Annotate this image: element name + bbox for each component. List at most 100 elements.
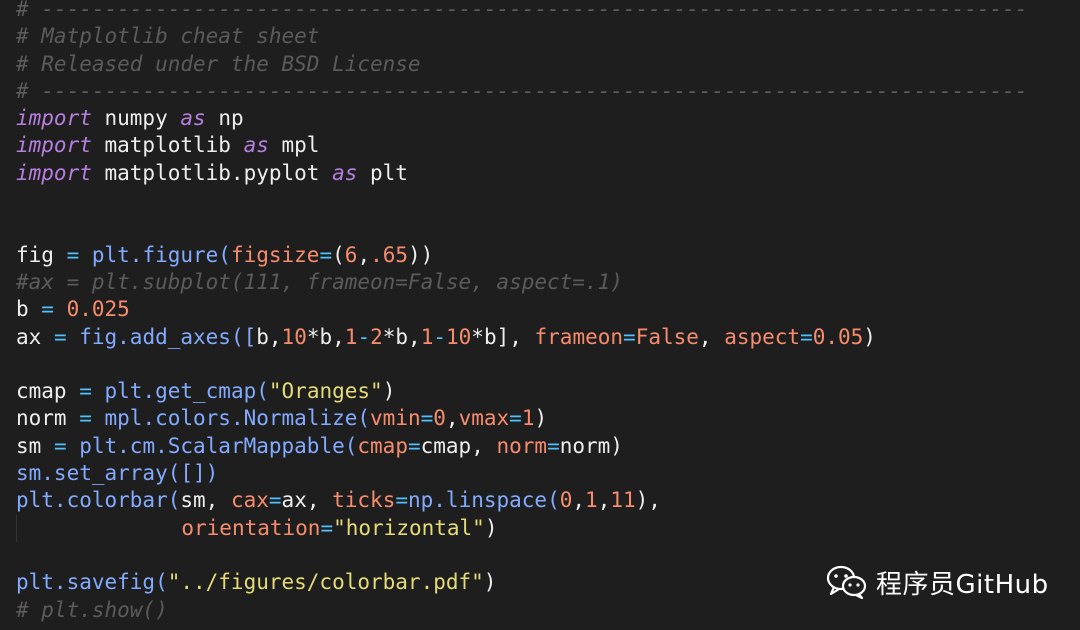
code-token-string: "horizontal" <box>333 515 485 540</box>
code-token-punct: ) <box>483 570 497 595</box>
code-token-plain: norm) <box>559 433 623 458</box>
code-line: sm = plt.cm.ScalarMappable(cmap=cmap, no… <box>16 433 1027 460</box>
code-token-plain: np <box>205 106 244 131</box>
code-token-string: "../figures/colorbar.pdf" <box>167 570 484 595</box>
code-line: # Released under the BSD License <box>16 51 1027 78</box>
code-token-func: plt.get_cmap( <box>91 379 269 404</box>
code-token-param: vmax <box>458 406 510 431</box>
code-line: norm = mpl.colors.Normalize(vmin=0,vmax=… <box>16 405 1027 432</box>
code-token-punct: ) <box>534 406 548 431</box>
code-token-op: = <box>623 324 636 349</box>
code-token-func: sm.set_array([]) <box>16 461 219 486</box>
code-line: sm.set_array([]) <box>16 460 1027 487</box>
code-token-op: = <box>79 379 92 404</box>
code-line: import matplotlib.pyplot as plt <box>16 160 1027 187</box>
code-line: plt.colorbar(sm, cax=ax, ticks=np.linspa… <box>16 487 1027 514</box>
code-token-plain: *b, <box>382 324 421 349</box>
code-token-func: plt.colorbar( <box>16 488 181 513</box>
code-token-plain: matplotlib.pyplot <box>91 160 333 185</box>
code-token-op: = <box>79 406 92 431</box>
code-token-plain: *b], <box>471 324 535 349</box>
code-token-punct: ( <box>332 242 345 267</box>
code-token-plain: *b, <box>306 324 345 349</box>
code-token-param: aspect <box>724 324 801 349</box>
code-token-comment: # Released under the BSD License <box>16 51 421 76</box>
code-token-op: = <box>800 324 813 349</box>
code-token-param: orientation <box>181 515 321 540</box>
code-token-number: 11 <box>610 488 636 513</box>
code-token-keyword: as <box>180 106 206 131</box>
wechat-icon <box>826 565 868 600</box>
code-token-comment: # --------------------------------------… <box>16 78 1028 103</box>
code-token-plain: sm, <box>180 488 231 513</box>
code-token-op: = <box>320 515 334 540</box>
code-token-param: cax <box>230 488 269 513</box>
code-token-punct: , <box>698 324 725 349</box>
code-token-op: = <box>319 242 333 267</box>
code-token-func: mpl.colors.Normalize( <box>91 406 371 431</box>
code-token-op: = <box>547 433 560 458</box>
code-token-plain: norm <box>16 406 80 431</box>
code-token-op: = <box>66 242 80 267</box>
code-token-number: 0.05 <box>812 324 864 349</box>
code-token-punct: )) <box>408 242 434 267</box>
code-token-comment: # plt.show() <box>16 597 168 622</box>
code-token-number: 1 <box>585 488 598 513</box>
code-token-op: - <box>357 324 371 349</box>
code-token-plain: fig <box>16 242 67 267</box>
code-token-op: = <box>395 488 408 513</box>
code-token-const: False <box>635 324 699 349</box>
code-token-punct: , <box>357 242 371 267</box>
code-line: # --------------------------------------… <box>16 0 1027 23</box>
code-token-comment: # Matplotlib cheat sheet <box>16 24 320 49</box>
code-token-op: = <box>53 433 67 458</box>
code-token-punct: , <box>597 488 611 513</box>
code-token-plain: ax <box>16 324 54 349</box>
code-token-keyword: import <box>16 133 92 158</box>
code-line: # Matplotlib cheat sheet <box>16 23 1027 50</box>
watermark: 程序员GitHub <box>826 562 1049 602</box>
code-token-comment: # --------------------------------------… <box>16 0 1028 21</box>
code-editor[interactable]: # --------------------------------------… <box>0 0 1080 630</box>
code-token-op: = <box>268 488 282 513</box>
code-token-number: 1 <box>344 324 358 349</box>
code-token-number: 10 <box>446 324 472 349</box>
code-token-number: 0.025 <box>66 297 130 322</box>
code-token-keyword: import <box>16 106 92 131</box>
code-token-string: "Oranges" <box>268 379 383 404</box>
code-token-plain: cmap, <box>420 433 497 458</box>
code-token-number: 6 <box>344 242 358 267</box>
code-token-plain: sm <box>16 433 54 458</box>
code-token-plain: numpy <box>91 106 181 131</box>
code-token-indent <box>16 514 181 542</box>
code-token-param: figsize <box>230 242 320 267</box>
code-token-op: = <box>420 406 434 431</box>
code-token-op: - <box>433 324 446 349</box>
code-token-number: 10 <box>281 324 307 349</box>
code-token-number: 1 <box>521 406 535 431</box>
code-token-plain: ax, <box>281 488 333 513</box>
code-token-param: ticks <box>332 488 396 513</box>
code-token-op: = <box>53 324 67 349</box>
code-token-keyword: as <box>332 160 358 185</box>
code-line: #ax = plt.subplot(111, frameon=False, as… <box>16 269 1027 296</box>
code-line: import numpy as np <box>16 105 1027 132</box>
code-line: import matplotlib as mpl <box>16 132 1027 159</box>
code-token-param: frameon <box>534 324 624 349</box>
code-token-plain: plt <box>357 160 408 185</box>
code-token-punct: ), <box>635 488 661 513</box>
code-token-number: .65 <box>370 242 409 267</box>
code-line: b = 0.025 <box>16 296 1027 323</box>
code-token-func: plt.savefig( <box>16 570 168 595</box>
code-token-func: plt.figure( <box>79 242 231 267</box>
code-token-number: 2 <box>370 324 383 349</box>
code-line: ax = fig.add_axes([b,10*b,1-2*b,1-10*b],… <box>16 324 1027 351</box>
code-token-func: np.linspace( <box>408 488 560 513</box>
code-line: cmap = plt.get_cmap("Oranges") <box>16 378 1027 405</box>
code-token-func: plt.cm.ScalarMappable( <box>66 433 358 458</box>
code-token-punct: ) <box>484 515 498 540</box>
